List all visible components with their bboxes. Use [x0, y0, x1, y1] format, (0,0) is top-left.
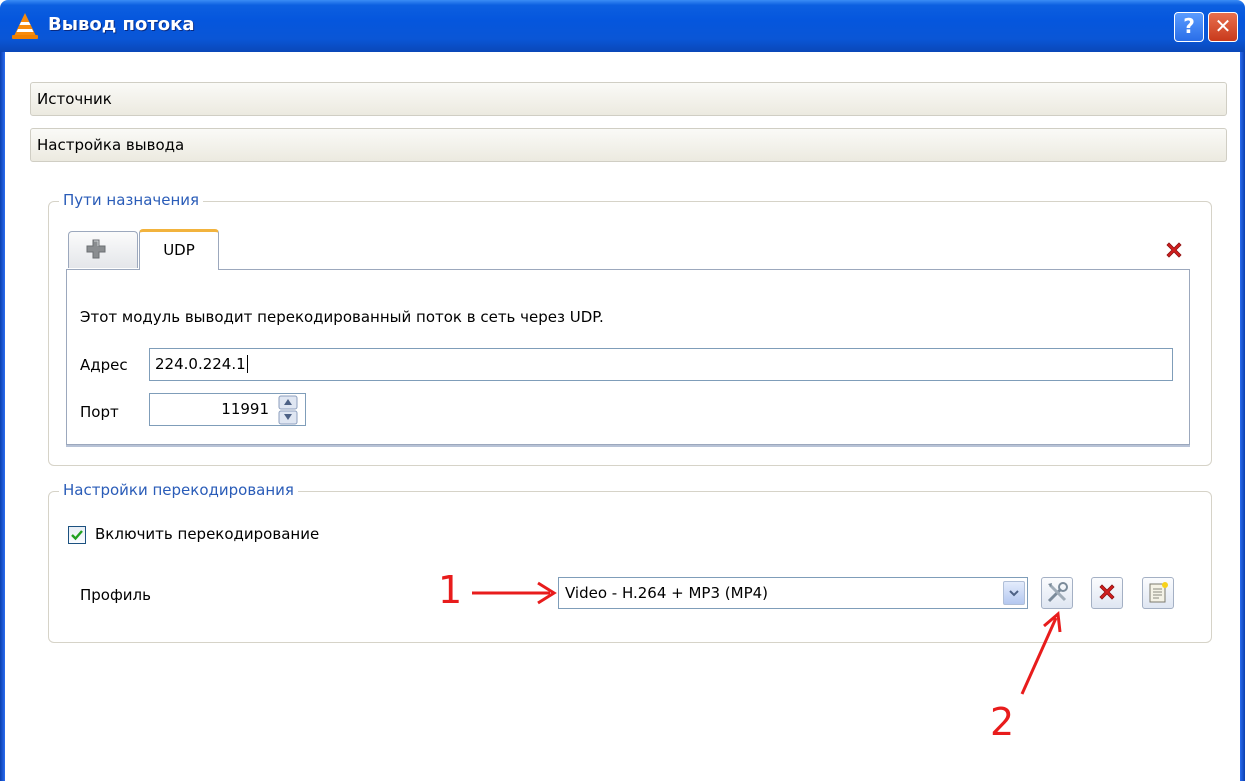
- help-button[interactable]: ?: [1174, 12, 1204, 42]
- new-document-icon: [1149, 582, 1168, 603]
- delete-profile-button[interactable]: [1091, 577, 1123, 609]
- annotation-arrow-1: [472, 581, 557, 605]
- plus-icon[interactable]: [86, 239, 106, 259]
- chevron-down-icon: [1009, 590, 1019, 597]
- port-spin-arrows-icon[interactable]: [278, 395, 298, 425]
- address-input[interactable]: 224.0.224.1: [149, 348, 1173, 381]
- window-border-right: [1240, 52, 1245, 781]
- new-profile-button[interactable]: [1142, 577, 1174, 609]
- profile-dropdown[interactable]: Video - H.264 + MP3 (MP4): [558, 577, 1028, 609]
- close-button[interactable]: ✕: [1208, 12, 1238, 42]
- profile-label: Профиль: [80, 586, 151, 604]
- destinations-legend: Пути назначения: [59, 191, 204, 209]
- text-caret: [246, 355, 253, 373]
- address-label: Адрес: [80, 356, 128, 374]
- window-title: Вывод потока: [48, 14, 195, 35]
- source-section-header[interactable]: Источник: [30, 82, 1227, 116]
- delete-icon: [1099, 584, 1115, 600]
- annotation-arrow-2: [1020, 611, 1062, 695]
- enable-transcoding-checkbox[interactable]: [68, 526, 86, 544]
- profile-selected-value: Video - H.264 + MP3 (MP4): [565, 584, 769, 602]
- edit-profile-button[interactable]: [1041, 577, 1073, 609]
- port-label: Порт: [80, 403, 119, 421]
- address-value: 224.0.224.1: [155, 355, 246, 373]
- checkmark-icon: [71, 530, 83, 541]
- dropdown-arrow[interactable]: [1003, 581, 1025, 605]
- enable-transcoding-label[interactable]: Включить перекодирование: [95, 525, 319, 543]
- tools-icon: [1047, 582, 1068, 603]
- annotation-number-1: 1: [438, 568, 463, 612]
- vlc-cone-icon: [12, 13, 38, 39]
- annotation-number-2: 2: [990, 700, 1015, 744]
- remove-destination-icon[interactable]: [1165, 241, 1183, 259]
- tab-udp[interactable]: UDP: [139, 229, 219, 270]
- output-settings-section-header[interactable]: Настройка вывода: [30, 128, 1227, 162]
- transcoding-legend: Настройки перекодирования: [59, 481, 298, 499]
- port-value: 11991: [221, 400, 269, 418]
- title-bar[interactable]: Вывод потока ? ✕: [0, 0, 1245, 52]
- udp-module-description: Этот модуль выводит перекодированный пот…: [80, 308, 604, 326]
- stream-output-window: Вывод потока ? ✕ Источник Настройка выво…: [0, 0, 1245, 781]
